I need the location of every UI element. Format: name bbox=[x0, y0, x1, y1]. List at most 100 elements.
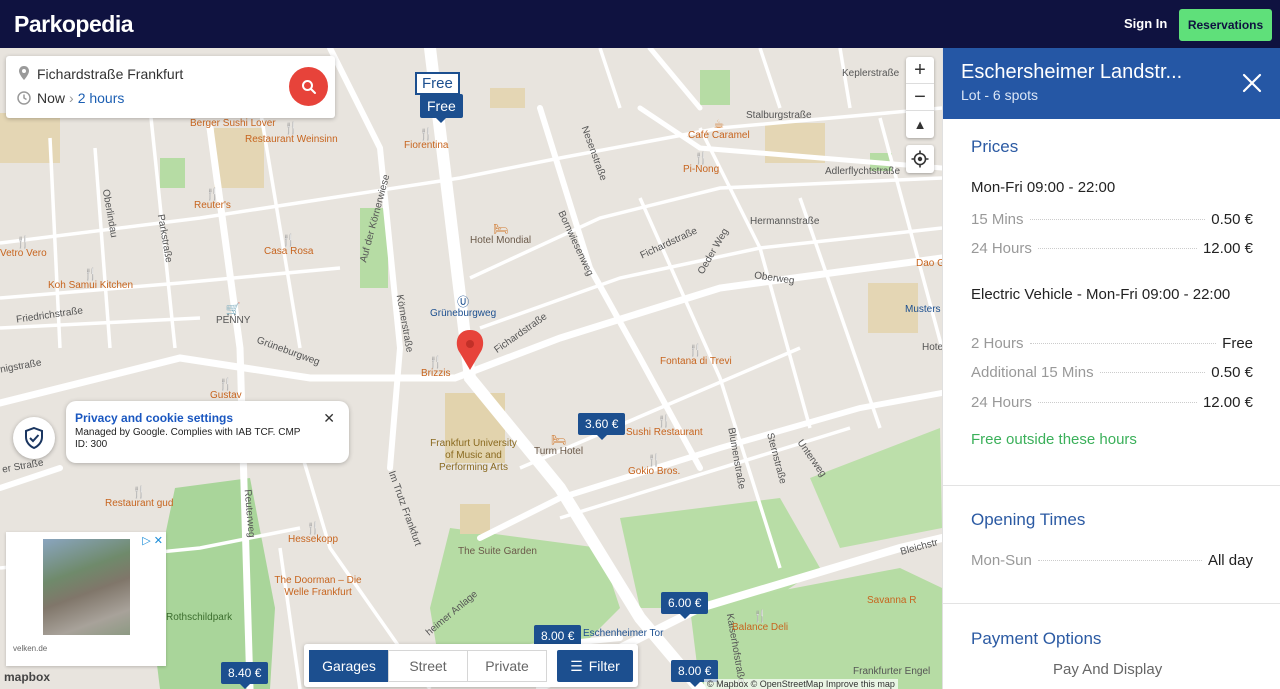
restaurant-icon: 🍴 bbox=[305, 521, 321, 535]
price-period-title: Electric Vehicle - Mon-Fri 09:00 - 22:00 bbox=[971, 286, 1231, 303]
shop-icon: 🛒 bbox=[225, 302, 241, 316]
mapbox-logo[interactable]: mapbox bbox=[4, 670, 50, 684]
payment-method: Pay And Display bbox=[1053, 661, 1163, 678]
privacy-settings-button[interactable] bbox=[13, 417, 55, 459]
shield-check-icon bbox=[25, 427, 43, 449]
restaurant-icon: 🍴 bbox=[218, 377, 234, 391]
compass-button[interactable]: ▲ bbox=[906, 111, 934, 138]
poi-label: ☕ Café Caramel bbox=[688, 117, 750, 141]
free-parking-pin[interactable]: Free bbox=[415, 72, 460, 95]
price-row: 24 Hours 12.00 € bbox=[971, 240, 1253, 257]
advertisement[interactable]: ▷ ✕ velken.de bbox=[6, 532, 166, 666]
parking-detail-panel: Eschersheimer Landstr... Lot - 6 spots P… bbox=[942, 48, 1280, 689]
tab-street[interactable]: Street bbox=[388, 650, 468, 682]
clock-icon bbox=[17, 91, 31, 105]
street-label: Keplerstraße bbox=[842, 68, 900, 79]
restaurant-icon: 🍴 bbox=[688, 343, 704, 357]
opening-row: Mon-Sun All day bbox=[971, 552, 1253, 569]
price-row: 24 Hours 12.00 € bbox=[971, 394, 1253, 411]
zoom-in-button[interactable]: + bbox=[906, 57, 934, 84]
time-duration[interactable]: 2 hours bbox=[78, 90, 125, 106]
price-pin[interactable]: 8.40 € bbox=[221, 662, 269, 689]
restaurant-icon: 🍴 bbox=[281, 233, 297, 247]
chevron-right-icon: › bbox=[69, 90, 74, 106]
ad-image[interactable] bbox=[43, 539, 130, 635]
map-attribution[interactable]: © Mapbox © OpenStreetMap Improve this ma… bbox=[704, 679, 898, 689]
street-label: Hote bbox=[922, 342, 942, 353]
divider bbox=[943, 485, 1280, 486]
poi-label: The Doorman – Die Welle Frankfurt bbox=[274, 575, 362, 598]
prices-heading: Prices bbox=[971, 137, 1019, 156]
price-period-title: Mon-Fri 09:00 - 22:00 bbox=[971, 179, 1116, 196]
hotel-icon: 🛏 bbox=[550, 433, 567, 447]
panel-title: Eschersheimer Landstr... bbox=[961, 61, 1183, 83]
ad-source: velken.de bbox=[13, 644, 48, 653]
poi-label: 🍴 Vetro Vero bbox=[0, 235, 47, 259]
poi-label: 🍴 Pi-Nong bbox=[683, 151, 720, 175]
close-icon[interactable] bbox=[1241, 72, 1263, 94]
restaurant-icon: 🍴 bbox=[15, 235, 31, 249]
restaurant-icon: 🍴 bbox=[656, 414, 672, 428]
location-pin-icon bbox=[19, 66, 29, 80]
restaurant-icon: 🍴 bbox=[646, 453, 662, 467]
price-row: 15 Mins 0.50 € bbox=[971, 211, 1253, 228]
poi-label: Ⓤ Grüneburgweg bbox=[430, 295, 497, 319]
subway-icon: Ⓤ bbox=[457, 295, 470, 309]
filter-icon: ☰ bbox=[570, 657, 583, 674]
cafe-icon: ☕ bbox=[713, 117, 725, 131]
restaurant-icon: 🍴 bbox=[283, 121, 299, 135]
poi-label: 🍴 Balance Deli bbox=[732, 609, 789, 633]
panel-subtitle: Lot - 6 spots bbox=[961, 87, 1039, 103]
tab-garages[interactable]: Garages bbox=[309, 650, 389, 682]
poi-label: 🍴 Casa Rosa bbox=[264, 233, 314, 257]
restaurant-icon: 🍴 bbox=[204, 187, 220, 201]
restaurant-icon: 🍴 bbox=[693, 151, 709, 165]
price-pin[interactable]: 6.00 € bbox=[661, 592, 709, 619]
search-time[interactable]: Now › 2 hours bbox=[37, 90, 124, 106]
poi-label: 🍴 Brizzis bbox=[421, 355, 451, 379]
zoom-out-button[interactable]: − bbox=[906, 84, 934, 111]
restaurant-icon: 🍴 bbox=[83, 267, 98, 281]
payment-options-heading: Payment Options bbox=[971, 629, 1102, 648]
opening-times-heading: Opening Times bbox=[971, 510, 1086, 529]
search-button[interactable] bbox=[289, 67, 328, 106]
zoom-controls: + − ▲ bbox=[906, 57, 934, 138]
panel-header: Eschersheimer Landstr... Lot - 6 spots bbox=[943, 48, 1280, 119]
price-row: 2 Hours Free bbox=[971, 335, 1253, 352]
price-row: Additional 15 Mins 0.50 € bbox=[971, 364, 1253, 381]
poi-label: 🍴 Restaurant Weinsinn bbox=[245, 121, 338, 145]
price-pin[interactable]: Free bbox=[420, 94, 463, 123]
privacy-title[interactable]: Privacy and cookie settings bbox=[75, 411, 340, 425]
top-header: Parkopedia Sign In Reservations bbox=[0, 0, 1280, 48]
search-location-text[interactable]: Fichardstraße Frankfurt bbox=[37, 66, 183, 82]
poi-label: The Suite Garden bbox=[458, 546, 537, 557]
poi-label: Savanna R bbox=[867, 595, 917, 606]
close-icon[interactable]: ✕ bbox=[323, 410, 335, 427]
poi-label: 🍴 Restaurant gud bbox=[105, 485, 174, 509]
crosshair-icon bbox=[911, 150, 929, 168]
hotel-icon: 🛏 bbox=[492, 222, 509, 236]
poi-label: 🛏 Hotel Mondial bbox=[470, 222, 532, 246]
parkopedia-logo[interactable]: Parkopedia bbox=[14, 11, 134, 38]
sign-in-link[interactable]: Sign In bbox=[1124, 16, 1167, 31]
restaurant-icon: 🍴 bbox=[131, 485, 147, 499]
poi-label: 🍴 Reuter's bbox=[194, 187, 231, 211]
privacy-body: Managed by Google. Complies with IAB TCF… bbox=[75, 427, 301, 450]
tab-private[interactable]: Private bbox=[467, 650, 547, 682]
restaurant-icon: 🍴 bbox=[428, 355, 444, 369]
reservations-button[interactable]: Reservations bbox=[1179, 9, 1272, 41]
poi-label: Rothschildpark bbox=[166, 612, 233, 623]
plus-icon: + bbox=[914, 58, 926, 81]
restaurant-icon: 🍴 bbox=[752, 609, 768, 623]
restaurant-icon: 🍴 bbox=[418, 127, 434, 141]
price-pin[interactable]: 3.60 € bbox=[578, 413, 626, 440]
free-outside-hours: Free outside these hours bbox=[971, 431, 1137, 448]
search-box[interactable]: Fichardstraße Frankfurt Now › 2 hours bbox=[6, 56, 335, 118]
time-start[interactable]: Now bbox=[37, 90, 65, 106]
filter-button[interactable]: ☰ Filter bbox=[557, 650, 633, 682]
street-label: Adlerflychtstraße bbox=[825, 166, 901, 177]
locate-me-button[interactable] bbox=[906, 145, 934, 173]
search-icon bbox=[301, 79, 316, 94]
compass-icon: ▲ bbox=[913, 117, 927, 132]
adchoices-icon[interactable]: ▷ ✕ bbox=[142, 534, 163, 547]
